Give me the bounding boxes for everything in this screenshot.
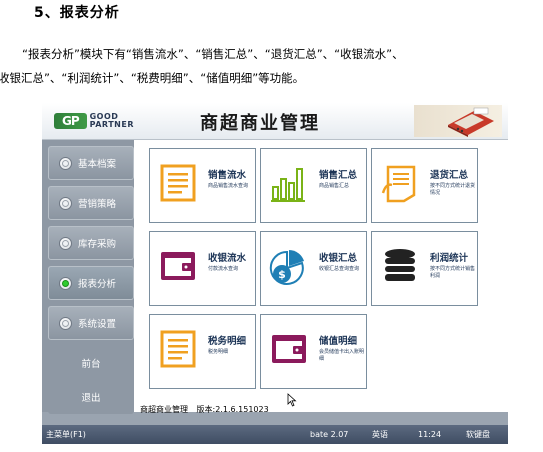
tile-title: 利润统计 — [430, 253, 469, 264]
tile-cashier-flow[interactable]: 收银流水 付款流水查询 — [149, 231, 256, 306]
tile-profit-stats[interactable]: 利润统计 按不同方式统计销售利润 — [371, 231, 478, 306]
section-heading: 5、报表分析 — [34, 5, 120, 21]
sidebar-item-exit[interactable]: 退出 — [48, 380, 134, 414]
tile-title: 储值明细 — [319, 336, 358, 347]
wallet-icon — [272, 335, 306, 363]
tile-title: 销售流水 — [208, 170, 247, 181]
report-tiles-panel: 销售流水 商品销售流水查询 销售汇总 商品销售汇总 退货汇总 按不同方式统计退货… — [134, 140, 508, 415]
bar-chart-icon — [271, 168, 305, 202]
sidebar-item-reports[interactable]: 报表分析 — [48, 266, 134, 300]
sidebar-item-label: 退出 — [81, 393, 101, 404]
tile-title: 收银流水 — [208, 253, 247, 264]
coin-stack-icon — [385, 249, 415, 281]
main-menu-shortcut[interactable]: 主菜单(F1) — [46, 425, 86, 444]
wallet-icon — [161, 252, 195, 280]
sidebar-item-inventory[interactable]: 库存采购 — [48, 226, 134, 260]
tile-description: 按不同方式统计销售利润 — [430, 266, 476, 279]
tile-tax-details[interactable]: 税务明细 税务明细 — [149, 314, 256, 389]
sidebar-item-label: 库存采购 — [78, 239, 117, 250]
tile-sales-summary[interactable]: 销售汇总 商品销售汇总 — [260, 148, 367, 223]
language-toggle[interactable]: 英语 — [372, 425, 388, 444]
intro-paragraph: “报表分析”模块下有“销售流水”、“销售汇总”、“退货汇总”、“收银流水”、 “… — [0, 42, 543, 90]
return-form-icon — [381, 165, 416, 203]
tile-description: 商品销售流水查询 — [208, 183, 249, 189]
tile-description: 按不同方式统计退货情况 — [430, 183, 476, 196]
svg-text:$: $ — [278, 268, 286, 281]
sidebar-item-settings[interactable]: 系统设置 — [48, 306, 134, 340]
clock: 11:24 — [418, 430, 442, 439]
version-info: 商超商业管理 版本:2.1.6.151023 — [140, 404, 275, 415]
logo-words: GOOD PARTNER — [90, 113, 134, 129]
brand-logo: GP GOOD PARTNER — [54, 112, 134, 130]
document-lines-icon — [160, 330, 196, 368]
tile-description: 付款流水查询 — [208, 266, 239, 272]
pos-terminal-illustration — [414, 105, 502, 137]
tile-title: 收银汇总 — [319, 253, 358, 264]
pie-dollar-icon: $ — [269, 250, 304, 285]
tile-stored-value[interactable]: 储值明细 会员储值卡出入账明细 — [260, 314, 367, 389]
radio-icon — [59, 316, 72, 330]
sidebar-item-label: 前台 — [81, 359, 101, 370]
sidebar-item-label: 报表分析 — [78, 279, 117, 290]
intro-line-2: “收银汇总”、“利润统计”、“税费明细”、“储值明细”等功能。 — [0, 71, 305, 85]
sidebar-item-label: 基本档案 — [78, 159, 117, 170]
status-bar: 主菜单(F1) bate 2.07 英语 11:24 软键盘 — [42, 425, 508, 444]
tile-description: 税务明细 — [208, 349, 229, 355]
app-header: GP GOOD PARTNER 商超商业管理 — [42, 103, 508, 140]
tile-return-summary[interactable]: 退货汇总 按不同方式统计退货情况 — [371, 148, 478, 223]
app-screenshot: GP GOOD PARTNER 商超商业管理 基本档案 营销策略 库存采购 报表… — [42, 103, 508, 444]
radio-icon — [59, 236, 72, 250]
logo-badge: GP — [54, 113, 87, 129]
version-app-name: 商超商业管理 — [140, 405, 188, 414]
tile-cashier-summary[interactable]: $ 收银汇总 收银汇总查询查询 — [260, 231, 367, 306]
soft-keyboard-button[interactable]: 软键盘 — [466, 425, 490, 444]
sidebar-nav: 基本档案 营销策略 库存采购 报表分析 系统设置 前台 退出 — [42, 140, 134, 414]
build-version: bate 2.07 — [310, 430, 349, 439]
tile-sales-flow[interactable]: 销售流水 商品销售流水查询 — [149, 148, 256, 223]
radio-selected-icon — [59, 276, 72, 290]
document-lines-icon — [160, 164, 196, 202]
tile-title: 退货汇总 — [430, 170, 469, 181]
sidebar-item-label: 系统设置 — [78, 319, 117, 330]
tile-description: 商品销售汇总 — [319, 183, 350, 189]
tile-description: 会员储值卡出入账明细 — [319, 349, 365, 362]
sidebar-item-front-desk[interactable]: 前台 — [48, 346, 134, 380]
radio-icon — [59, 196, 72, 210]
mouse-cursor-icon — [287, 393, 297, 407]
tile-title: 销售汇总 — [319, 170, 358, 181]
sidebar-item-marketing[interactable]: 营销策略 — [48, 186, 134, 220]
tile-title: 税务明细 — [208, 336, 247, 347]
tile-description: 收银汇总查询查询 — [319, 266, 360, 272]
radio-icon — [59, 156, 72, 170]
version-number: 版本:2.1.6.151023 — [196, 405, 269, 414]
sidebar-item-label: 营销策略 — [78, 199, 117, 210]
logo-word-partner: PARTNER — [89, 120, 134, 129]
app-title: 商超商业管理 — [200, 113, 320, 134]
intro-line-1: “报表分析”模块下有“销售流水”、“销售汇总”、“退货汇总”、“收银流水”、 — [22, 47, 404, 61]
sidebar-item-basic-files[interactable]: 基本档案 — [48, 146, 134, 180]
